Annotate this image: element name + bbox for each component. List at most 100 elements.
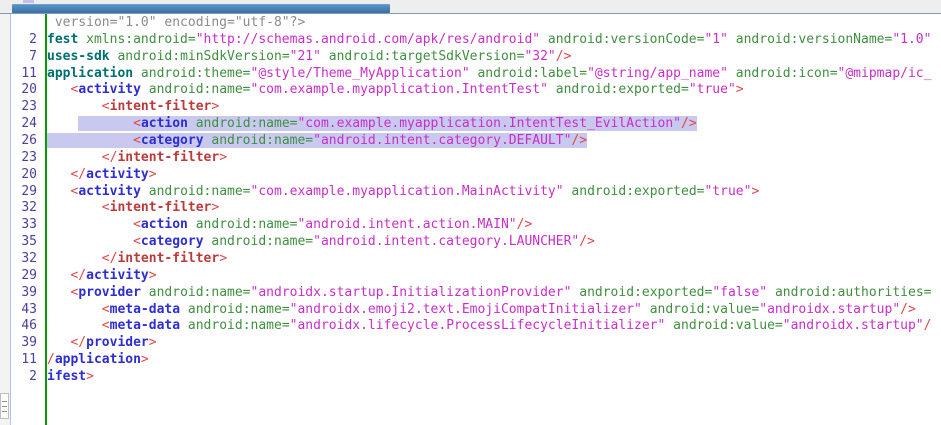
code-line[interactable]: </intent-filter>: [47, 150, 941, 167]
code-line[interactable]: <intent-filter>: [47, 200, 941, 217]
token: "true": [689, 82, 736, 97]
token: [47, 335, 70, 350]
token: android:exported=: [579, 285, 712, 300]
token: version="1.0" encoding="utf-8"?>: [47, 15, 305, 30]
code-line[interactable]: </intent-filter>: [47, 251, 941, 268]
code-line[interactable]: ifest>: [47, 369, 941, 386]
line-number: 39: [11, 285, 37, 302]
line-number: 26: [11, 133, 37, 150]
code-line[interactable]: </provider>: [47, 335, 941, 352]
token: [47, 82, 70, 97]
code-line[interactable]: <meta-data android:name="androidx.lifecy…: [47, 318, 941, 335]
code-line[interactable]: <intent-filter>: [47, 99, 941, 116]
top-scrollbar-track[interactable]: [0, 0, 941, 14]
token: [767, 285, 775, 300]
token: >: [141, 352, 149, 367]
token: [728, 66, 736, 81]
selected-token: />: [571, 133, 587, 148]
token: android:exported=: [571, 184, 704, 199]
selected-token: action: [141, 116, 188, 131]
token: [47, 268, 70, 283]
token: >: [751, 184, 759, 199]
selected-token: [78, 116, 133, 131]
token: [47, 234, 133, 249]
token: [188, 217, 196, 232]
line-number: 24: [11, 116, 37, 133]
line-number: 29: [11, 268, 37, 285]
token: >: [211, 200, 219, 215]
token: >: [736, 82, 744, 97]
token: [141, 82, 149, 97]
horizontal-scrollbar-thumb[interactable]: [12, 4, 390, 13]
token: activity: [86, 167, 149, 182]
token: [78, 32, 86, 47]
token: action: [141, 217, 188, 232]
token: /: [924, 318, 932, 333]
token: intent-filter: [117, 251, 219, 266]
code-line[interactable]: <action android:name="android.intent.act…: [47, 217, 941, 234]
line-number: 20: [11, 167, 37, 184]
code-line[interactable]: </activity>: [47, 268, 941, 285]
token: [47, 251, 102, 266]
token: android:versionName=: [736, 32, 893, 47]
line-number: 32: [11, 251, 37, 268]
code-line[interactable]: <provider android:name="androidx.startup…: [47, 285, 941, 302]
token: [141, 184, 149, 199]
selected-token: <: [133, 133, 141, 148]
token: android:exported=: [556, 82, 689, 97]
text-editor[interactable]: 271120232426232029323335322939434639112 …: [10, 14, 941, 425]
token: [47, 150, 102, 165]
token: <: [102, 318, 110, 333]
token: "@string/app_name": [587, 66, 728, 81]
selected-token: [47, 133, 133, 148]
token: xmlns:android=: [86, 32, 196, 47]
token: </: [70, 167, 86, 182]
token: "com.example.myapplication.IntentTest": [251, 82, 548, 97]
code-line[interactable]: <action android:name="com.example.myappl…: [47, 116, 941, 133]
code-line[interactable]: version="1.0" encoding="utf-8"?>: [47, 15, 941, 32]
line-number: 20: [11, 82, 37, 99]
token: </: [70, 335, 86, 350]
code-line[interactable]: <category android:name="android.intent.c…: [47, 133, 941, 150]
code-line[interactable]: uses-sdk android:minSdkVersion="21" andr…: [47, 49, 941, 66]
token: android:value=: [673, 318, 783, 333]
token: <: [133, 217, 141, 232]
line-number: 2: [11, 32, 37, 49]
line-number: 39: [11, 335, 37, 352]
token: android:name=: [149, 82, 251, 97]
token: [642, 302, 650, 317]
token: >: [219, 251, 227, 266]
token: </: [70, 268, 86, 283]
token: "false": [712, 285, 767, 300]
token: meta-data: [110, 302, 180, 317]
token: meta-data: [110, 318, 180, 333]
token: "32": [524, 49, 555, 64]
token: />: [579, 234, 595, 249]
code-line[interactable]: application android:theme="@style/Theme_…: [47, 66, 941, 83]
code-line[interactable]: <activity android:name="com.example.myap…: [47, 82, 941, 99]
code-line[interactable]: </activity>: [47, 167, 941, 184]
selected-token: android:name=: [211, 133, 313, 148]
line-number: 46: [11, 318, 37, 335]
code-line[interactable]: <activity android:name="com.example.myap…: [47, 184, 941, 201]
selected-token: />: [681, 116, 697, 131]
token: android:value=: [650, 302, 760, 317]
code-line[interactable]: fest xmlns:android="http://schemas.andro…: [47, 32, 941, 49]
code-line[interactable]: <meta-data android:name="androidx.emoji2…: [47, 302, 941, 319]
token: /: [47, 352, 55, 367]
token: [47, 217, 133, 232]
token: "@style/Theme_MyApplication": [251, 66, 470, 81]
token: <: [102, 99, 110, 114]
code-line[interactable]: /application>: [47, 352, 941, 369]
code-line[interactable]: <category android:name="android.intent.c…: [47, 234, 941, 251]
token: android:name=: [149, 285, 251, 300]
token: [47, 116, 78, 131]
token: [47, 285, 70, 300]
code-area[interactable]: version="1.0" encoding="utf-8"?> fest xml…: [47, 14, 941, 425]
token: android:label=: [477, 66, 587, 81]
token: />: [517, 217, 533, 232]
line-number: 11: [11, 66, 37, 83]
splitter-grip[interactable]: [0, 393, 9, 419]
token: >: [149, 335, 157, 350]
token: intent-filter: [110, 99, 212, 114]
